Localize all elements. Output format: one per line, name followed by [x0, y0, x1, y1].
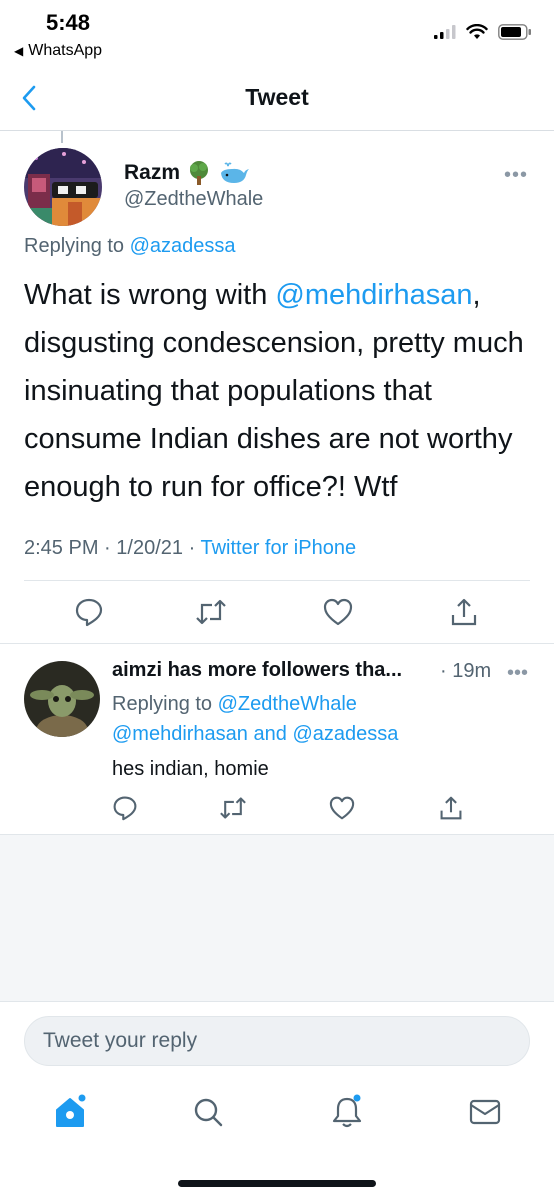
tweet-text-before: What is wrong with	[24, 279, 276, 311]
reply-input[interactable]	[25, 1017, 529, 1065]
replying-to-link[interactable]: @ZedtheWhale	[218, 693, 357, 715]
reply-composer[interactable]	[24, 1016, 530, 1066]
more-options-icon[interactable]: •••	[504, 164, 528, 187]
reply-text: hes indian, homie	[112, 758, 269, 780]
messages-icon	[469, 1099, 501, 1125]
tab-messages[interactable]	[465, 1092, 505, 1132]
like-button[interactable]	[322, 596, 354, 628]
reply-author-avatar[interactable]	[24, 661, 100, 737]
signal-icon	[434, 25, 456, 39]
home-icon	[56, 1094, 86, 1127]
share-button[interactable]	[435, 792, 467, 824]
home-indicator[interactable]	[178, 1180, 376, 1187]
back-triangle-icon: ◀	[14, 44, 24, 58]
like-button[interactable]	[326, 792, 358, 824]
reply-author-name[interactable]: aimzi has more followers tha...	[112, 659, 402, 682]
replying-prefix: Replying to	[24, 235, 125, 257]
author-avatar[interactable]	[24, 148, 102, 226]
tab-home[interactable]	[50, 1092, 90, 1132]
reply-button[interactable]	[73, 596, 105, 628]
tweet-actions	[0, 582, 554, 642]
status-icons	[434, 24, 532, 40]
tweet-time: 2:45 PM	[24, 537, 99, 559]
page-title: Tweet	[245, 84, 309, 110]
nav-header: Tweet	[0, 66, 554, 131]
tweet-meta: 2:45 PM · 1/20/21 · Twitter for iPhone	[24, 537, 356, 560]
wifi-icon	[466, 24, 488, 39]
whale-icon	[221, 162, 250, 183]
reply-icon	[75, 598, 103, 627]
tab-bar	[0, 1080, 554, 1150]
reply-replying-to: Replying to @ZedtheWhale @mehdirhasan an…	[112, 689, 532, 749]
share-icon	[440, 796, 462, 820]
replying-to-link[interactable]: @azadessa	[130, 235, 236, 257]
retweet-icon	[220, 797, 246, 819]
back-to-app-link[interactable]: ◀ WhatsApp	[14, 42, 102, 60]
heart-icon	[329, 796, 355, 820]
divider	[24, 580, 530, 581]
battery-icon	[498, 24, 531, 40]
replying-and-text: and	[253, 723, 287, 745]
replying-to-link[interactable]: @azadessa	[292, 723, 398, 745]
tree-icon	[190, 161, 209, 185]
status-bar: 5:48 ◀ WhatsApp	[0, 0, 554, 66]
replying-to-link[interactable]: @mehdirhasan	[112, 723, 248, 745]
status-time: 5:48	[46, 10, 91, 35]
meta-separator: ·	[104, 537, 111, 559]
share-button[interactable]	[448, 596, 480, 628]
replying-prefix: Replying to	[112, 693, 213, 715]
author-handle[interactable]: @ZedtheWhale	[124, 188, 263, 211]
author-name[interactable]: Razm	[124, 160, 250, 186]
back-app-label: WhatsApp	[28, 42, 103, 59]
retweet-button[interactable]	[217, 792, 249, 824]
more-options-icon[interactable]: •••	[507, 662, 528, 685]
retweet-icon	[196, 599, 226, 625]
divider	[0, 643, 554, 644]
heart-icon	[323, 598, 353, 626]
meta-separator: ·	[188, 537, 196, 559]
tweet-mention-link[interactable]: @mehdirhasan	[275, 279, 472, 311]
reply-icon	[113, 796, 137, 821]
notifications-icon	[332, 1094, 362, 1128]
author-name-text: Razm	[124, 161, 181, 184]
tweet-text-after: , disgusting condescension, pretty much …	[24, 279, 524, 503]
tweet-text: What is wrong with @mehdirhasan, disgust…	[24, 271, 534, 511]
replying-to: Replying to @azadessa	[24, 235, 236, 258]
tab-search[interactable]	[188, 1092, 228, 1132]
empty-timeline-area	[0, 834, 554, 1002]
tweet-source-link[interactable]: Twitter for iPhone	[200, 537, 356, 559]
reply-timestamp: · 19m	[440, 660, 492, 682]
reply-actions	[0, 790, 554, 830]
reply-button[interactable]	[109, 792, 141, 824]
share-icon	[451, 598, 477, 626]
tweet-date: 1/20/21	[116, 537, 184, 559]
search-icon	[194, 1098, 223, 1127]
thread-line	[61, 131, 63, 143]
tab-notifications[interactable]	[327, 1092, 367, 1132]
retweet-button[interactable]	[195, 596, 227, 628]
